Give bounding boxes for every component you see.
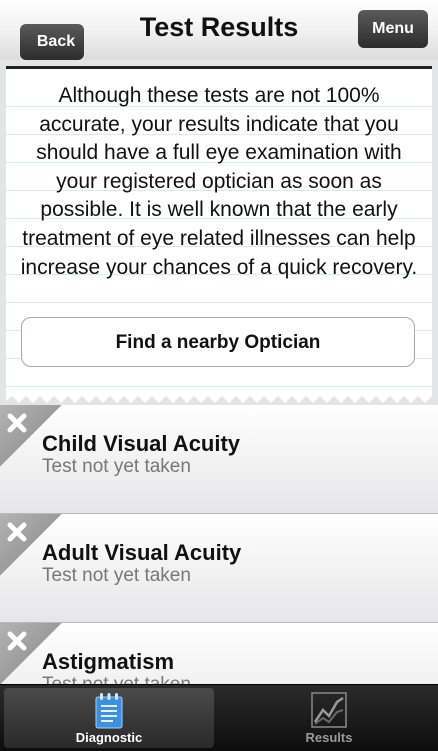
test-status: Test not yet taken [42,456,191,477]
torn-paper-edge [6,392,432,403]
test-list: Child Visual Acuity Test not yet taken A… [0,405,438,685]
close-icon [7,631,27,651]
tab-label: Diagnostic [75,730,143,745]
list-item[interactable]: Child Visual Acuity Test not yet taken [0,405,438,514]
test-title: Adult Visual Acuity [42,540,242,565]
find-optician-button[interactable]: Find a nearby Optician [21,317,415,367]
navigation-bar: Back Test Results Menu [0,0,438,61]
notepad-icon [95,693,123,729]
tab-label: Results [305,730,353,745]
list-item[interactable]: Adult Visual Acuity Test not yet taken [0,514,438,623]
notice-text: Although these tests are not 100% accura… [20,84,418,279]
test-title: Child Visual Acuity [42,431,241,456]
list-item[interactable]: Astigmatism Test not yet taken [0,623,438,685]
test-status: Test not yet taken [42,565,191,586]
notice-card: Although these tests are not 100% accura… [6,66,432,396]
tab-bar: Diagnostic Results [0,684,438,751]
test-title: Astigmatism [42,649,175,674]
tab-diagnostic[interactable]: Diagnostic [4,688,214,748]
menu-button[interactable]: Menu [358,10,428,48]
line-chart-icon [311,692,347,728]
tab-results[interactable]: Results [224,688,434,748]
close-icon [7,413,27,433]
close-icon [7,522,27,542]
